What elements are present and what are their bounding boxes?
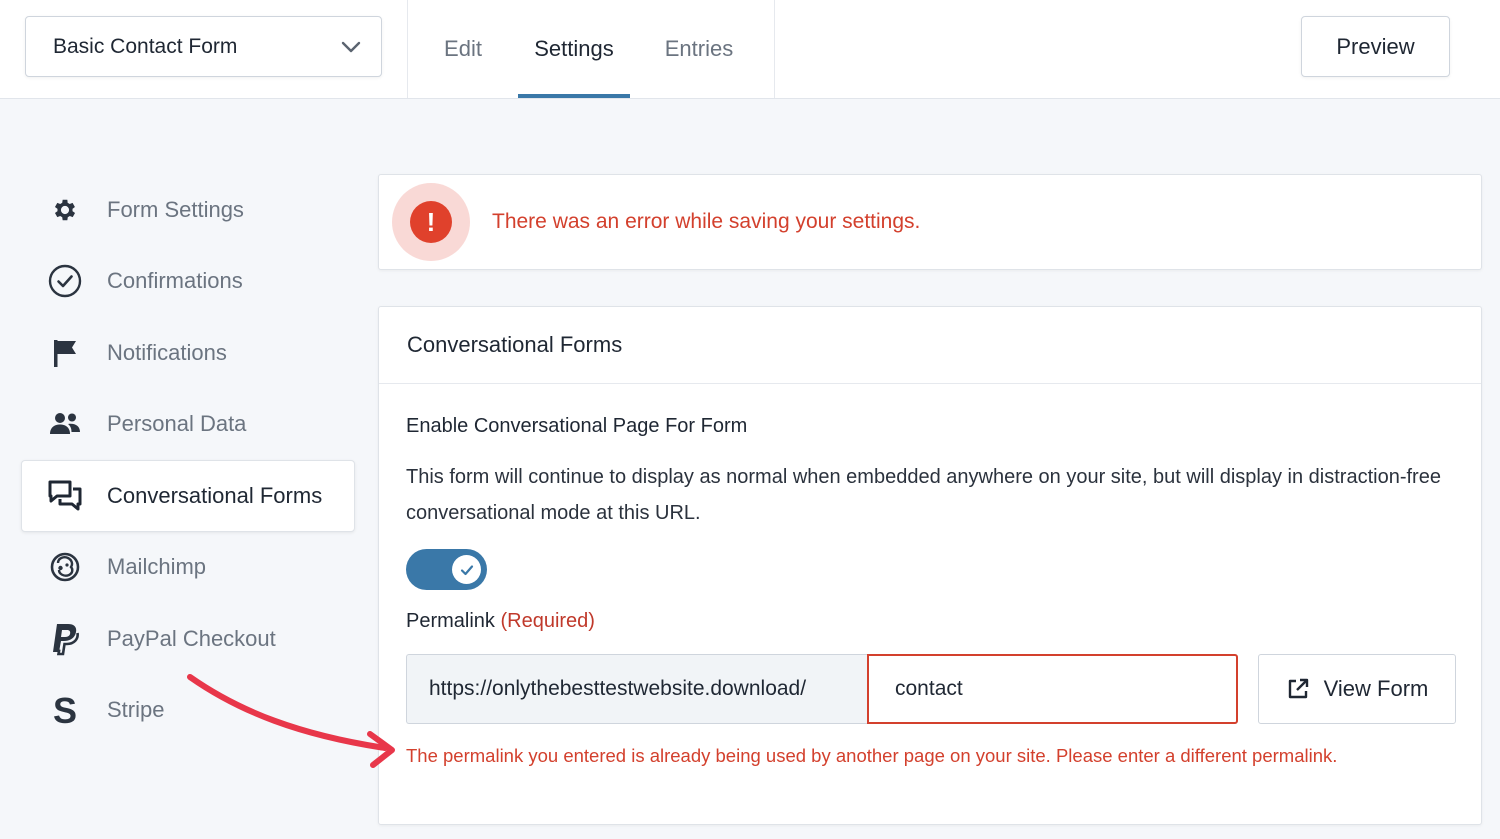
settings-sidebar: Form Settings Confirmations Notification… [21,174,355,746]
sidebar-item-confirmations[interactable]: Confirmations [21,246,355,318]
checkmark-icon [460,564,473,575]
error-icon-halo: ! [392,183,470,261]
chevron-down-icon [341,37,361,57]
enable-conversational-label: Enable Conversational Page For Form [406,415,748,437]
paypal-icon [48,622,82,656]
required-indicator: (Required) [500,610,595,632]
flag-icon [48,336,82,370]
main-tabs: Edit Settings Entries [408,0,768,98]
view-form-label: View Form [1323,676,1429,701]
sidebar-item-paypal-checkout[interactable]: PayPal Checkout [21,603,355,675]
permalink-label: Permalink (Required) [406,610,595,633]
panel-title: Conversational Forms [379,307,1481,384]
sidebar-item-label: Stripe [107,697,165,723]
top-bar: Basic Contact Form Edit Settings Entries… [0,0,1500,99]
permalink-error-message: The permalink you entered is already bei… [406,745,1338,766]
sidebar-item-label: PayPal Checkout [107,625,276,651]
sidebar-item-label: Personal Data [107,411,247,437]
sidebar-item-label: Confirmations [107,268,243,294]
gear-icon [48,193,82,227]
sidebar-item-label: Notifications [107,339,227,365]
sidebar-item-conversational-forms[interactable]: Conversational Forms [21,460,355,532]
permalink-input[interactable] [867,654,1238,724]
check-circle-icon [48,264,82,298]
sidebar-item-label: Form Settings [107,196,244,222]
tab-settings[interactable]: Settings [518,0,630,98]
tab-entries[interactable]: Entries [630,0,768,98]
permalink-label-text: Permalink [406,610,495,632]
users-icon [48,407,82,441]
sidebar-item-form-settings[interactable]: Form Settings [21,174,355,246]
header-divider [774,0,775,98]
toggle-knob [452,555,481,584]
sidebar-item-label: Mailchimp [107,554,207,580]
error-icon: ! [410,201,452,243]
sidebar-item-label: Conversational Forms [107,482,323,508]
tab-edit[interactable]: Edit [408,0,518,98]
sidebar-item-mailchimp[interactable]: Mailchimp [21,532,355,604]
error-banner: ! There was an error while saving your s… [378,174,1482,270]
stripe-icon: S [48,693,82,727]
sidebar-item-stripe[interactable]: S Stripe [21,675,355,747]
sidebar-item-notifications[interactable]: Notifications [21,317,355,389]
preview-button[interactable]: Preview [1301,16,1450,77]
field-description: This form will continue to display as no… [406,466,1441,524]
enable-conversational-toggle[interactable] [406,549,487,590]
permalink-url-prefix: https://onlythebesttestwebsite.download/ [406,654,868,724]
conversational-forms-panel: Conversational Forms Enable Conversation… [378,306,1482,825]
form-selector-dropdown[interactable]: Basic Contact Form [25,16,382,77]
chat-bubbles-icon [48,479,82,513]
mailchimp-icon [48,550,82,584]
error-message: There was an error while saving your set… [492,210,921,233]
svg-text:S: S [53,693,77,727]
external-link-icon [1286,677,1310,701]
view-form-button[interactable]: View Form [1258,654,1456,724]
form-selector-value: Basic Contact Form [53,34,238,58]
sidebar-item-personal-data[interactable]: Personal Data [21,389,355,461]
